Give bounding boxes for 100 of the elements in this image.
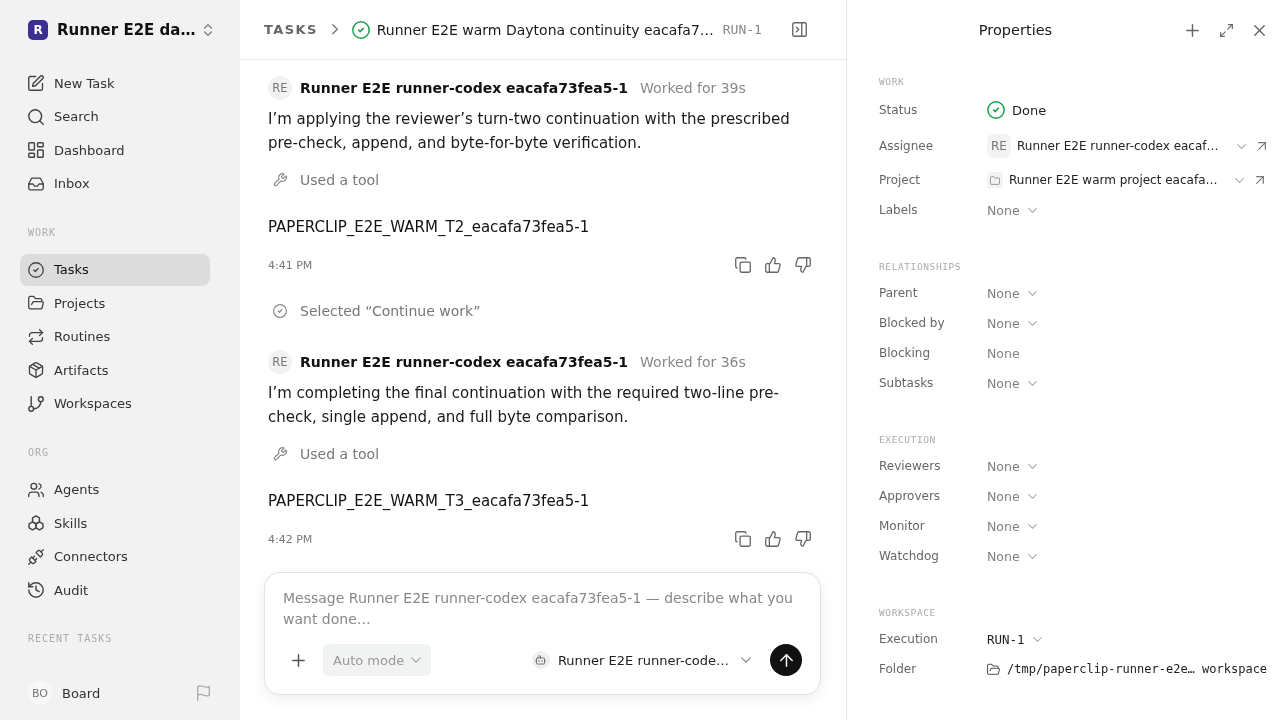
property-select[interactable]: None <box>987 285 1037 301</box>
chevron-down-icon <box>1236 143 1246 149</box>
repeat-icon <box>28 328 44 345</box>
selection-note: Selected “Continue work” <box>300 303 481 319</box>
robot-icon <box>531 651 550 669</box>
property-select[interactable]: None <box>987 202 1037 218</box>
plus-icon <box>291 653 305 667</box>
message-input[interactable]: Message Runner E2E runner-codex eacafa73fea5-1 — describe what you want done… <box>283 588 802 630</box>
task-title: Runner E2E warm Daytona continuity eacafa7… <box>376 21 714 38</box>
chevron-down-icon <box>1027 290 1037 296</box>
arrow-up-right-icon[interactable] <box>1257 142 1266 150</box>
chevron-down-icon <box>411 657 422 663</box>
folder-icon <box>987 662 1000 676</box>
section-label: EXECUTION <box>879 434 936 446</box>
nav-item[interactable]: Inbox <box>20 167 210 200</box>
folder-icon <box>28 295 44 311</box>
property-label: Blocking <box>879 346 931 360</box>
expand-icon[interactable] <box>1220 23 1233 37</box>
property-select[interactable]: None <box>987 488 1037 504</box>
agent-select[interactable]: Runner E2E runner-code… <box>531 644 751 676</box>
chevron-down-icon <box>1027 493 1037 499</box>
user-name: Board <box>62 685 101 701</box>
nav-item[interactable]: Search <box>20 100 210 133</box>
thumbs-down-icon[interactable] <box>795 531 811 547</box>
chevron-right-icon <box>331 24 338 35</box>
property-select[interactable]: None <box>987 458 1037 474</box>
check-circle-icon <box>351 20 370 39</box>
property-label: Reviewers <box>879 459 942 473</box>
property-label: Status <box>879 103 919 117</box>
close-icon[interactable] <box>1254 24 1265 36</box>
property-label: Monitor <box>879 519 926 533</box>
inbox-icon <box>28 175 44 192</box>
property-label: Assignee <box>879 139 935 153</box>
thumbs-up-icon[interactable] <box>765 257 781 273</box>
section-label: WORK <box>879 76 905 88</box>
chevrons-up-down-icon <box>204 24 213 36</box>
property-label: Project <box>879 173 922 187</box>
property-label: Folder <box>879 662 918 676</box>
chevron-down-icon <box>1027 320 1037 326</box>
status-select[interactable]: Done <box>987 101 1047 119</box>
property-label: Labels <box>879 203 919 217</box>
chevron-down-icon <box>1027 207 1037 213</box>
section-label: WORKSPACE <box>879 607 936 619</box>
thumbs-up-icon[interactable] <box>765 531 781 547</box>
tool-call-button[interactable]: Used a tool <box>268 168 380 192</box>
check-circle-icon <box>28 261 44 278</box>
nav-item[interactable]: Projects <box>20 287 210 319</box>
run-id: RUN-1 <box>722 22 762 37</box>
breadcrumb-link[interactable]: TASKS <box>264 22 318 37</box>
check-circle-icon <box>273 304 287 318</box>
property-select[interactable]: None <box>987 315 1037 331</box>
timestamp: 4:42 PM <box>268 532 313 546</box>
chevron-down-icon <box>1235 177 1245 183</box>
chevron-down-icon <box>1032 636 1042 642</box>
branch-icon <box>28 395 44 412</box>
nav-item[interactable]: Agents <box>20 473 210 506</box>
history-icon <box>28 582 44 598</box>
nav-item[interactable]: Artifacts <box>20 354 210 386</box>
author-name: Runner E2E runner-codex eacafa73fea5-1 <box>300 80 629 96</box>
property-select[interactable]: None <box>987 548 1037 564</box>
property-label: Approvers <box>879 489 942 503</box>
project-select[interactable]: Runner E2E warm project eacafa… <box>987 172 1245 188</box>
pencil-square-icon <box>28 75 44 91</box>
property-label: Subtasks <box>879 376 935 390</box>
nav-item[interactable]: New Task <box>20 67 210 99</box>
tool-call-button[interactable]: Used a tool <box>268 442 380 466</box>
copy-icon[interactable] <box>735 257 751 273</box>
property-label: Watchdog <box>879 549 940 563</box>
property-select[interactable]: None <box>987 518 1037 534</box>
run-select[interactable]: RUN-1 <box>987 631 1042 647</box>
users-icon <box>28 481 44 498</box>
nav-item[interactable]: Tasks <box>20 253 210 286</box>
assignee-select[interactable]: RE Runner E2E runner-codex eacaf… <box>987 134 1246 158</box>
avatar: RE <box>987 134 1011 158</box>
thumbs-down-icon[interactable] <box>795 257 811 273</box>
section-label: RECENT TASKS <box>28 632 113 646</box>
nav-item[interactable]: Routines <box>20 320 210 353</box>
plus-icon[interactable] <box>1186 23 1199 37</box>
property-value: None <box>987 345 1020 361</box>
nav-item[interactable]: Connectors <box>20 540 210 573</box>
nav-item[interactable]: Skills <box>20 507 210 539</box>
property-label: Blocked by <box>879 316 946 330</box>
copy-icon[interactable] <box>735 531 751 547</box>
send-button[interactable] <box>770 644 802 676</box>
nav-item[interactable]: Workspaces <box>20 387 210 420</box>
section-label: WORK <box>28 225 57 240</box>
workspace-switcher[interactable]: R Runner E2E da… <box>20 10 210 50</box>
check-circle-icon <box>987 101 1005 119</box>
nav-item[interactable]: Audit <box>20 574 210 606</box>
arrow-up-right-icon[interactable] <box>1256 176 1265 184</box>
nav-item[interactable]: Dashboard <box>20 134 210 166</box>
chevron-down-icon <box>1027 553 1037 559</box>
composer-card[interactable]: Message Runner E2E runner-codex eacafa73fea5-1 — describe what you want done… Auto mode Runner E2E runner-code… <box>264 572 821 695</box>
workspace-logo: R <box>28 20 48 40</box>
avatar: RE <box>268 350 292 374</box>
property-select[interactable]: None <box>987 375 1037 391</box>
author-name: Runner E2E runner-codex eacafa73fea5-1 <box>300 354 629 370</box>
search-icon <box>28 108 44 125</box>
panel-toggle-icon[interactable] <box>791 22 807 37</box>
folder-icon <box>987 172 1003 188</box>
